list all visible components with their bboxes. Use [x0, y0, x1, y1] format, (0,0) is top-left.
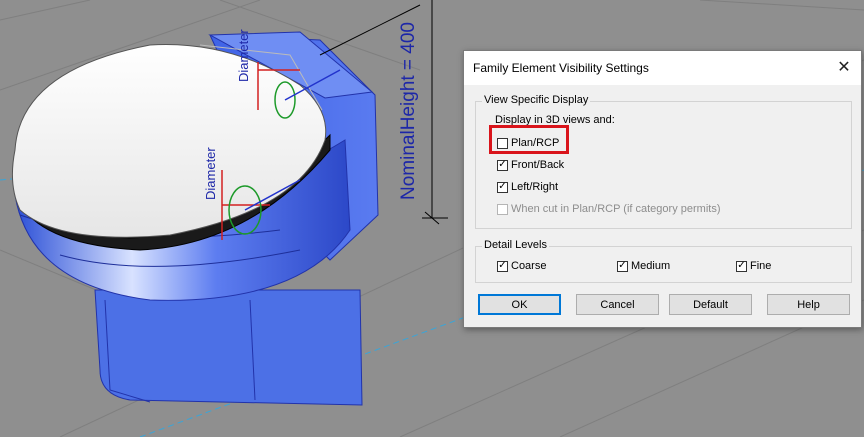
coarse-label: Coarse: [511, 260, 547, 272]
close-icon[interactable]: ✕: [833, 57, 855, 79]
front-back-label: Front/Back: [511, 159, 565, 171]
diameter-label-front[interactable]: Diameter: [203, 147, 218, 200]
front-back-checkbox[interactable]: ✓ Front/Back: [497, 157, 564, 173]
nominal-height-dimension-label[interactable]: NominalHeight = 400: [398, 22, 420, 200]
diameter-label-top[interactable]: Diameter: [236, 29, 251, 82]
plan-rcp-highlight-box: [489, 125, 569, 154]
view-specific-display-legend: View Specific Display: [482, 94, 591, 106]
front-back-checkbox-box[interactable]: ✓: [497, 159, 508, 171]
medium-checkbox[interactable]: ✓ Medium: [617, 258, 670, 274]
when-cut-checkbox-box: [497, 203, 508, 215]
when-cut-label: When cut in Plan/RCP (if category permit…: [511, 203, 721, 215]
dialog-title: Family Element Visibility Settings: [473, 61, 649, 75]
left-right-checkbox[interactable]: ✓ Left/Right: [497, 179, 558, 195]
detail-levels-legend: Detail Levels: [482, 239, 549, 251]
cancel-button[interactable]: Cancel: [576, 294, 659, 315]
family-element-visibility-dialog: Family Element Visibility Settings ✕ Vie…: [463, 50, 862, 328]
view-specific-display-group: View Specific Display Display in 3D view…: [475, 94, 852, 229]
coarse-checkbox-box[interactable]: ✓: [497, 260, 508, 272]
when-cut-in-plan-checkbox: When cut in Plan/RCP (if category permit…: [497, 201, 720, 217]
help-button[interactable]: Help: [767, 294, 850, 315]
fine-label: Fine: [750, 260, 772, 272]
ok-button[interactable]: OK: [478, 294, 561, 315]
medium-checkbox-box[interactable]: ✓: [617, 260, 628, 272]
default-button[interactable]: Default: [669, 294, 752, 315]
fine-checkbox[interactable]: ✓ Fine: [736, 258, 771, 274]
left-right-checkbox-box[interactable]: ✓: [497, 181, 508, 193]
coarse-checkbox[interactable]: ✓ Coarse: [497, 258, 546, 274]
medium-label: Medium: [631, 260, 671, 272]
fine-checkbox-box[interactable]: ✓: [736, 260, 747, 272]
detail-levels-group: Detail Levels ✓ Coarse ✓ Medium ✓ Fine: [475, 239, 852, 283]
left-right-label: Left/Right: [511, 181, 559, 193]
dialog-titlebar[interactable]: Family Element Visibility Settings ✕: [464, 51, 861, 85]
